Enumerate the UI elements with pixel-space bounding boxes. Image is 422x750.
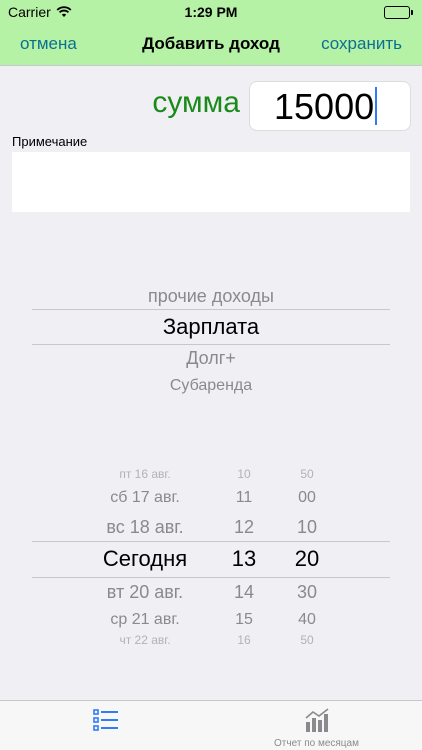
- tab-list[interactable]: [0, 701, 211, 750]
- picker-minute-option[interactable]: 20: [285, 546, 329, 572]
- picker-minute-option[interactable]: 00: [285, 489, 329, 507]
- category-option[interactable]: Зарплата: [0, 314, 422, 340]
- battery-icon: [384, 6, 413, 19]
- category-option[interactable]: прочие доходы: [0, 286, 422, 307]
- picker-hour-option[interactable]: 11: [222, 489, 266, 507]
- picker-divider: [32, 309, 390, 310]
- picker-date-option[interactable]: пт 16 авг.: [80, 467, 210, 481]
- date-time-picker[interactable]: пт 16 авг. 10 50 сб 17 авг. 11 00 вс 18 авг. 12…: [0, 460, 422, 655]
- picker-minute-option[interactable]: 40: [285, 611, 329, 629]
- picker-hour-option[interactable]: 10: [222, 467, 266, 481]
- picker-date-option[interactable]: чт 22 авг.: [80, 633, 210, 647]
- picker-hour-option[interactable]: 15: [222, 611, 266, 629]
- navigation-bar: отмена Добавить доход сохранить: [0, 24, 422, 66]
- picker-date-option[interactable]: сб 17 авг.: [80, 489, 210, 507]
- category-option[interactable]: Долг+: [0, 348, 422, 369]
- picker-divider: [32, 577, 390, 578]
- list-icon: [92, 707, 120, 733]
- picker-date-option[interactable]: вт 20 авг.: [80, 582, 210, 603]
- tab-monthly-report[interactable]: Отчет по месяцам: [211, 701, 422, 750]
- tab-bar: Отчет по месяцам: [0, 700, 422, 750]
- picker-hour-option[interactable]: 16: [222, 633, 266, 647]
- picker-divider: [32, 344, 390, 345]
- text-caret: [375, 87, 378, 126]
- clock: 1:29 PM: [184, 4, 238, 20]
- picker-hour-option[interactable]: 13: [222, 546, 266, 572]
- bar-chart-icon: [303, 707, 331, 733]
- picker-minute-option[interactable]: 50: [285, 633, 329, 647]
- picker-date-option[interactable]: вс 18 авг.: [80, 517, 210, 538]
- picker-date-option[interactable]: ср 21 авг.: [80, 611, 210, 629]
- save-button[interactable]: сохранить: [321, 34, 402, 54]
- category-option[interactable]: Субаренда: [0, 377, 422, 395]
- sum-label: сумма: [152, 86, 240, 119]
- category-picker[interactable]: прочие доходы Зарплата Долг+ Субаренда: [0, 280, 422, 400]
- picker-minute-option[interactable]: 50: [285, 467, 329, 481]
- sum-value: 15000: [274, 86, 375, 127]
- picker-divider: [32, 541, 390, 542]
- note-field[interactable]: [12, 152, 410, 212]
- picker-hour-option[interactable]: 12: [222, 517, 266, 538]
- note-label: Примечание: [12, 134, 88, 149]
- sum-input[interactable]: 15000: [249, 81, 411, 131]
- picker-date-option[interactable]: Сегодня: [80, 546, 210, 572]
- picker-minute-option[interactable]: 30: [285, 582, 329, 603]
- picker-minute-option[interactable]: 10: [285, 517, 329, 538]
- tab-label: Отчет по месяцам: [274, 738, 359, 749]
- status-bar: Carrier 1:29 PM: [0, 0, 422, 24]
- picker-hour-option[interactable]: 14: [222, 582, 266, 603]
